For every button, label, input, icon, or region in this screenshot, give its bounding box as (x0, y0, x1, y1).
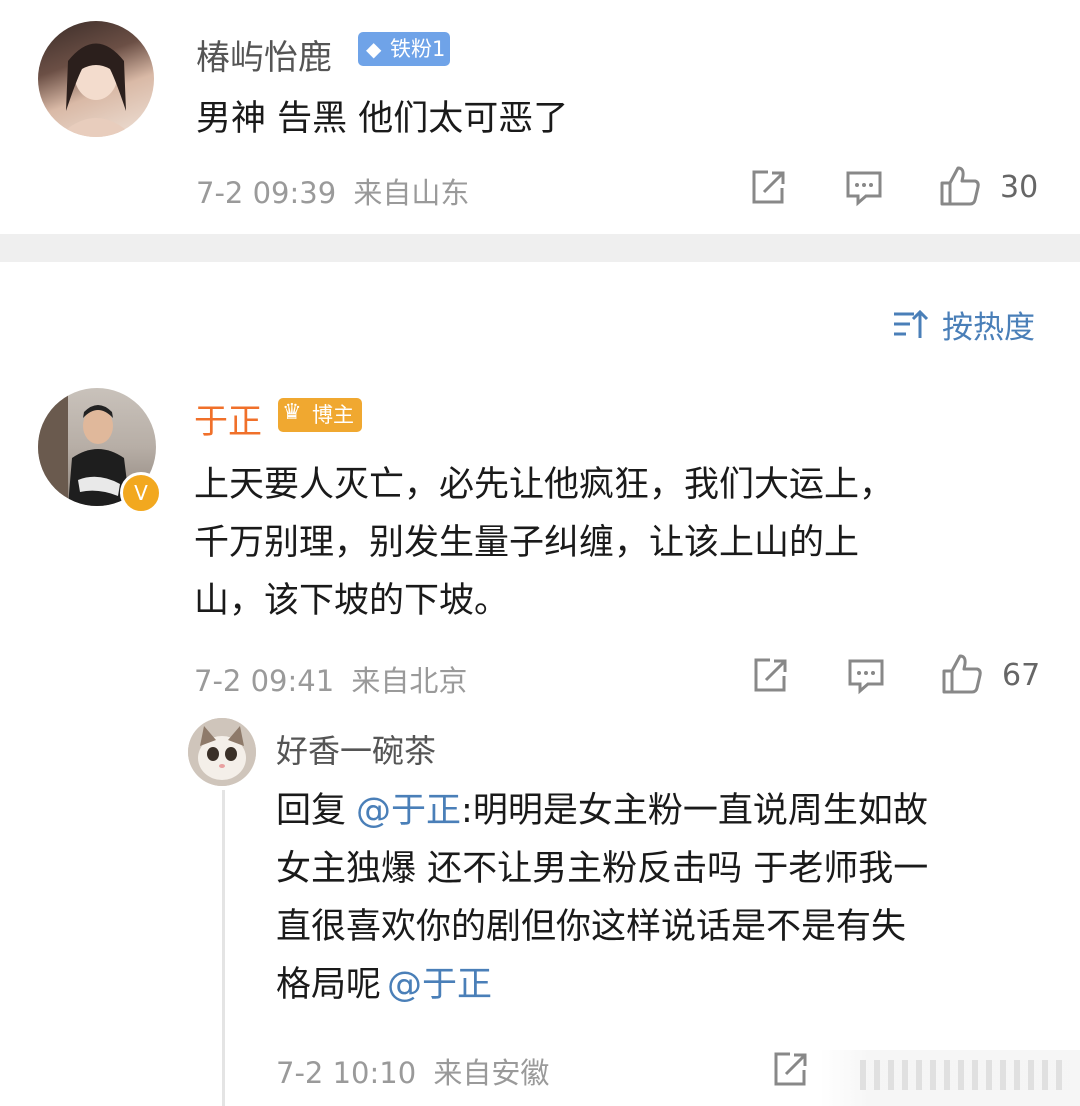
timestamp: 7-2 09:39 (196, 176, 337, 210)
comment-meta: 7-2 09:41 来自北京 (194, 658, 467, 700)
like-icon[interactable] (940, 652, 984, 696)
like-icon[interactable] (938, 164, 982, 208)
reply-meta: 7-2 10:10 来自安徽 (276, 1050, 549, 1092)
location: 来自北京 (351, 664, 468, 698)
reply-prefix: 回复 (276, 791, 347, 831)
comment-meta: 7-2 09:39 来自山东 (196, 170, 469, 212)
comment-text: 男神 告黑 他们太可恶了 (196, 99, 569, 139)
diamond-icon: ◆ (366, 37, 382, 61)
share-icon[interactable] (750, 656, 790, 696)
comment-icon[interactable] (844, 168, 884, 208)
thread-line (222, 790, 225, 1106)
avatar-user1[interactable] (38, 21, 154, 137)
author-badge: ♛ 博主 (278, 398, 362, 432)
reply-text: 回复 @于正:明明是女主粉一直说周生如故 女主独爆 还不让男主粉反击吗 于老师我一… (276, 791, 929, 1005)
crown-icon: ♛ (282, 400, 302, 425)
location: 来自安徽 (433, 1056, 550, 1090)
like-count: 30 (1000, 170, 1039, 205)
section-divider (0, 234, 1080, 262)
share-icon[interactable] (770, 1050, 810, 1090)
timestamp: 7-2 10:10 (276, 1056, 417, 1090)
username[interactable]: 好香一碗茶 (276, 726, 436, 772)
comment-icon[interactable] (846, 656, 886, 696)
comment-text: 上天要人灭亡，必先让他疯狂，我们大运上， 千万别理，别发生量子纠缠，让该上山的上… (194, 465, 895, 621)
mention-link[interactable]: @于正 (356, 791, 461, 831)
fan-badge: ◆ 铁粉1 (358, 32, 450, 66)
mention-link[interactable]: @于正 (387, 965, 492, 1005)
avatar-user3[interactable] (188, 718, 256, 786)
sort-label: 按热度 (942, 310, 1035, 346)
location: 来自山东 (353, 176, 470, 210)
username[interactable]: 于正 (194, 394, 262, 443)
timestamp: 7-2 09:41 (194, 664, 335, 698)
sort-icon (894, 309, 929, 338)
like-count: 67 (1002, 658, 1041, 693)
share-icon[interactable] (748, 168, 788, 208)
verified-badge: V (120, 472, 162, 514)
cat-figure (188, 718, 256, 786)
portrait-figure (58, 43, 134, 137)
watermark-bars (860, 1060, 1070, 1090)
username[interactable]: 椿屿怡鹿 (196, 30, 332, 79)
